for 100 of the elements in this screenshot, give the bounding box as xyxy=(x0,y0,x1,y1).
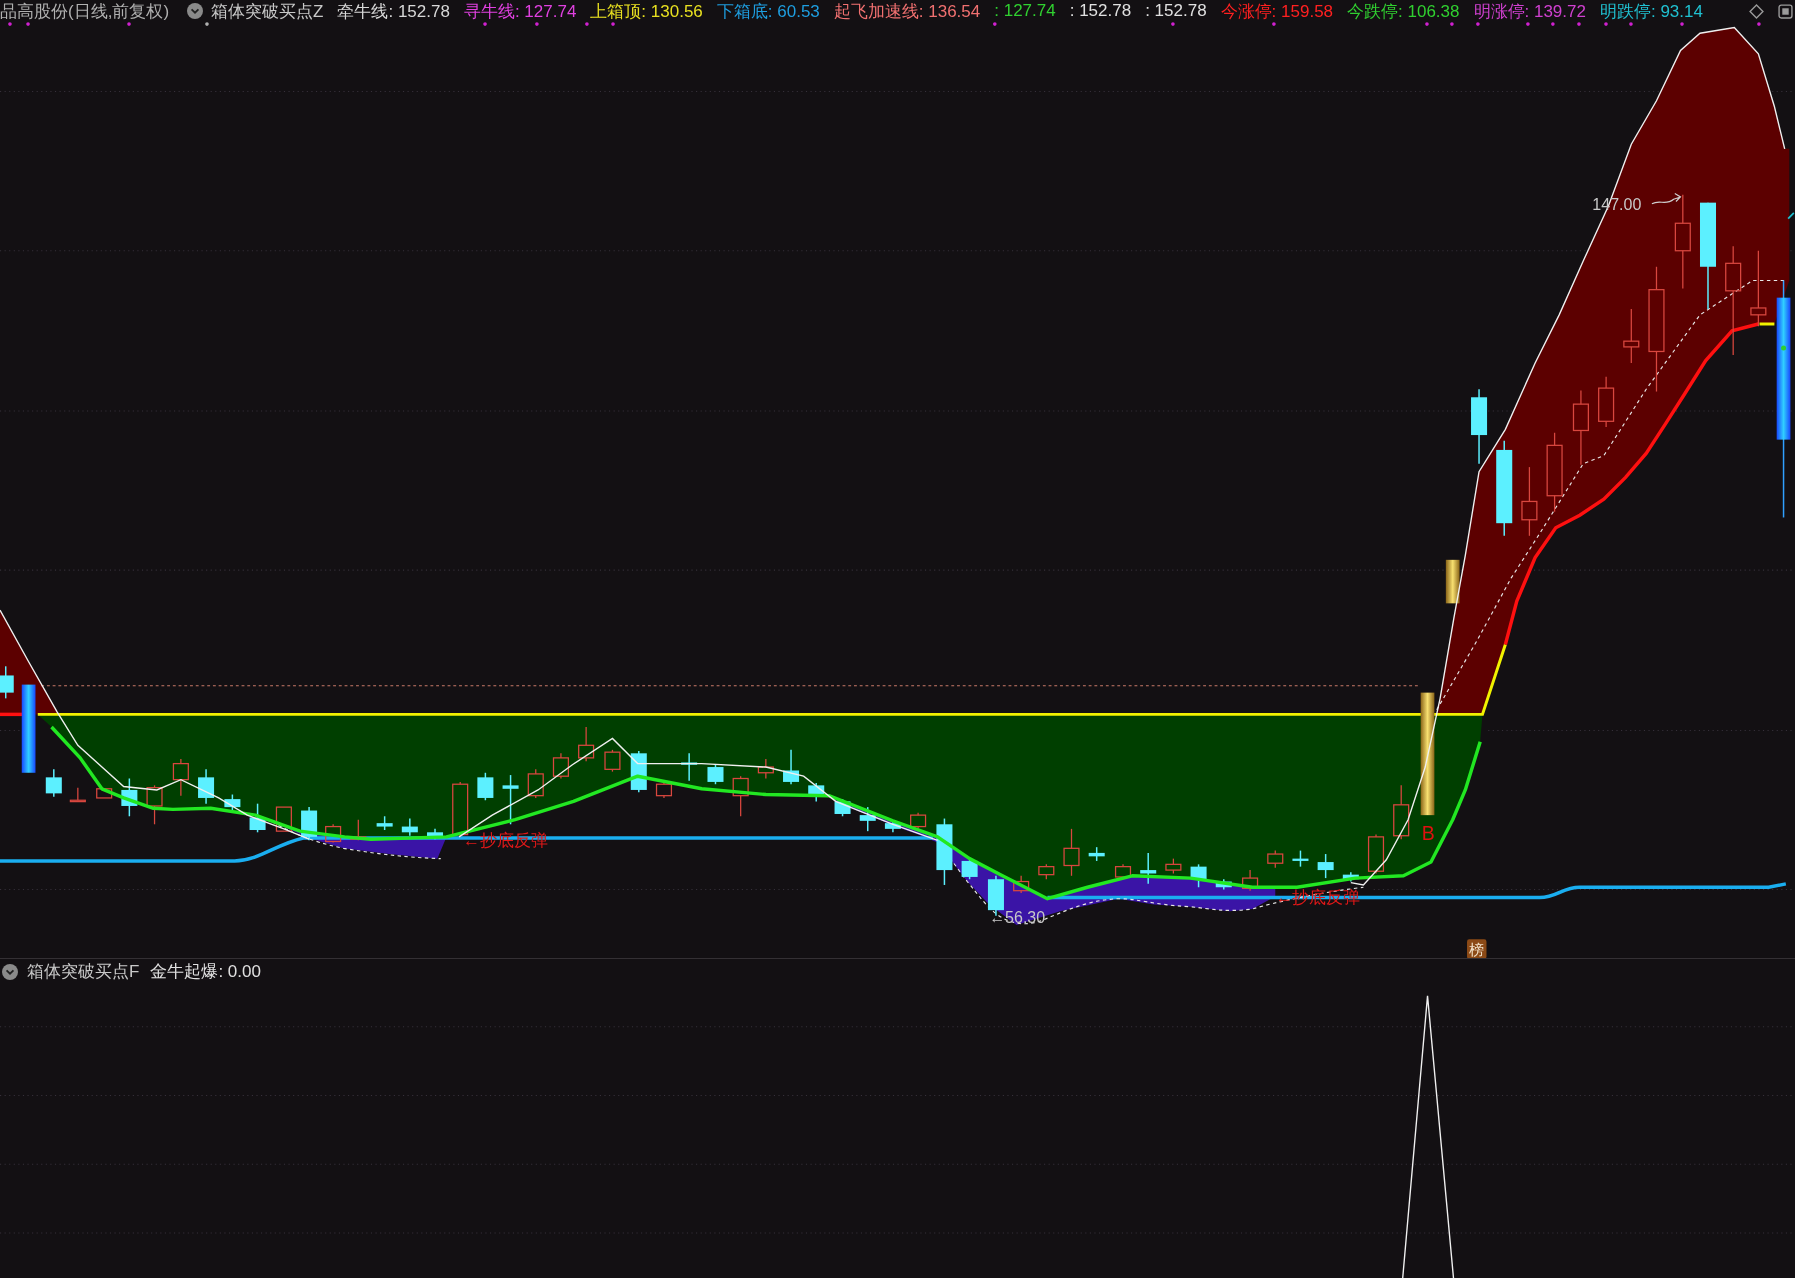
leader-arrow xyxy=(1651,192,1682,205)
chart-title: 品高股份(日线,前复权) xyxy=(0,0,170,23)
indicator-value: 上箱顶: 130.56 xyxy=(590,0,703,23)
solid-candlestick xyxy=(1317,853,1334,879)
indicator-name: 箱体突破买点F xyxy=(27,961,140,983)
level-marker-line xyxy=(1759,322,1775,326)
solid-candlestick xyxy=(1342,871,1359,883)
hollow-candlestick xyxy=(275,806,292,832)
signal-dot-icon xyxy=(992,22,997,26)
solid-candlestick xyxy=(884,820,901,834)
hollow-candlestick xyxy=(1242,869,1259,892)
indicator-value: 下箱底: 60.53 xyxy=(716,0,820,23)
solid-candlestick xyxy=(808,782,825,803)
hollow-candlestick xyxy=(552,752,569,780)
rank-badge: 榜 xyxy=(1467,939,1487,958)
hollow-candlestick xyxy=(325,823,342,844)
signal-dot-icon xyxy=(1476,22,1480,26)
signal-dot-icon xyxy=(535,22,539,26)
diamond-icon[interactable] xyxy=(1749,3,1764,19)
hollow-candlestick xyxy=(527,768,544,799)
hollow-candlestick xyxy=(96,788,113,799)
hollow-candlestick xyxy=(1114,863,1132,880)
signal-dot-icon xyxy=(1551,22,1555,26)
solid-candlestick xyxy=(121,777,138,817)
solid-candlestick xyxy=(834,798,851,817)
solid-candlestick xyxy=(707,764,724,785)
signal-dot-icon xyxy=(1526,22,1530,26)
hollow-candlestick xyxy=(655,781,673,799)
hollow-candlestick xyxy=(452,781,469,838)
solid-candlestick xyxy=(45,768,62,798)
signal-dot-icon xyxy=(1425,22,1429,26)
signal-dot-icon xyxy=(205,22,209,26)
signal-dot-icon xyxy=(1577,22,1581,26)
chevron-circle-icon[interactable] xyxy=(187,3,204,19)
solid-candlestick xyxy=(477,772,494,801)
solid-candlestick xyxy=(681,752,698,782)
chevron-circle-icon[interactable] xyxy=(2,963,18,980)
marker-tick-icon xyxy=(1787,212,1795,220)
hollow-candlestick xyxy=(1267,850,1284,869)
solid-candlestick xyxy=(0,665,14,700)
hollow-candlestick xyxy=(1521,466,1538,537)
indicator-value: 今涨停: 159.58 xyxy=(1220,0,1334,23)
hollow-candlestick xyxy=(1598,376,1615,428)
indicator-value: 明涨停: 139.72 xyxy=(1473,0,1586,23)
hollow-candlestick xyxy=(732,775,749,817)
solid-candlestick xyxy=(502,774,519,826)
hollow-candlestick xyxy=(69,787,86,803)
signal-dot-icon xyxy=(1604,22,1608,26)
solid-candlestick xyxy=(1140,852,1157,885)
indicator-value: 今跌停: 106.38 xyxy=(1347,0,1460,23)
indicator-value: : 152.78 xyxy=(1145,1,1207,21)
hollow-candlestick xyxy=(1013,875,1030,894)
solid-candlestick xyxy=(249,802,266,834)
signal-dot-icon xyxy=(127,22,131,26)
indicator-value: 牵牛线: 152.78 xyxy=(337,0,450,23)
signal-dot-icon xyxy=(611,22,615,26)
signal-dot-icon xyxy=(26,22,30,26)
signal-dot-icon xyxy=(483,22,487,26)
solid-candlestick xyxy=(936,817,953,886)
signal-dot-icon xyxy=(1757,22,1761,26)
buy-signal-label: B xyxy=(1421,822,1435,845)
solid-candlestick xyxy=(401,817,418,837)
hollow-candlestick xyxy=(350,819,367,841)
signal-dot-icon xyxy=(1629,22,1633,26)
signal-dot-icon xyxy=(585,22,589,26)
solid-candlestick xyxy=(1215,878,1232,891)
signal-dot-icon xyxy=(1272,22,1276,26)
hollow-candlestick xyxy=(1623,308,1640,364)
signal-dot-icon xyxy=(1680,22,1684,26)
square-icon[interactable] xyxy=(1778,3,1793,19)
solid-candlestick xyxy=(376,815,393,831)
solid-candlestick xyxy=(301,806,318,842)
hollow-candlestick xyxy=(910,812,927,830)
indicator-value: : 127.74 xyxy=(994,1,1056,21)
signal-dot-icon xyxy=(8,22,12,26)
solid-candlestick xyxy=(783,749,800,785)
solid-candlestick xyxy=(198,768,215,805)
signal-dot-icon xyxy=(1171,22,1175,26)
hollow-candlestick xyxy=(146,784,163,825)
indicator-value: 寻牛线: 127.74 xyxy=(463,0,577,23)
hollow-candlestick xyxy=(757,758,774,780)
indicator-value: : 152.78 xyxy=(1069,1,1132,21)
indicator-value: 金牛起爆: 0.00 xyxy=(150,961,261,983)
hollow-candlestick xyxy=(1393,784,1410,840)
hollow-candlestick xyxy=(1063,828,1080,877)
hollow-candlestick xyxy=(604,749,621,773)
indicator-value: 起飞加速线: 136.54 xyxy=(833,0,981,23)
hollow-candlestick xyxy=(172,758,189,797)
indicator-value: 明跌停: 93.14 xyxy=(1599,0,1703,23)
marker-dot-icon xyxy=(1781,345,1787,351)
hollow-candlestick xyxy=(1038,863,1055,880)
solid-candlestick xyxy=(859,806,876,832)
indicator-name: 箱体突破买点Z xyxy=(211,0,324,23)
hollow-candlestick xyxy=(578,726,595,762)
signal-dot-icon xyxy=(1450,22,1454,26)
solid-candlestick xyxy=(1292,849,1309,868)
hollow-candlestick xyxy=(1165,858,1182,875)
hollow-candlestick xyxy=(1367,833,1385,875)
solid-candlestick xyxy=(1088,846,1105,862)
solid-candlestick xyxy=(1190,863,1207,888)
